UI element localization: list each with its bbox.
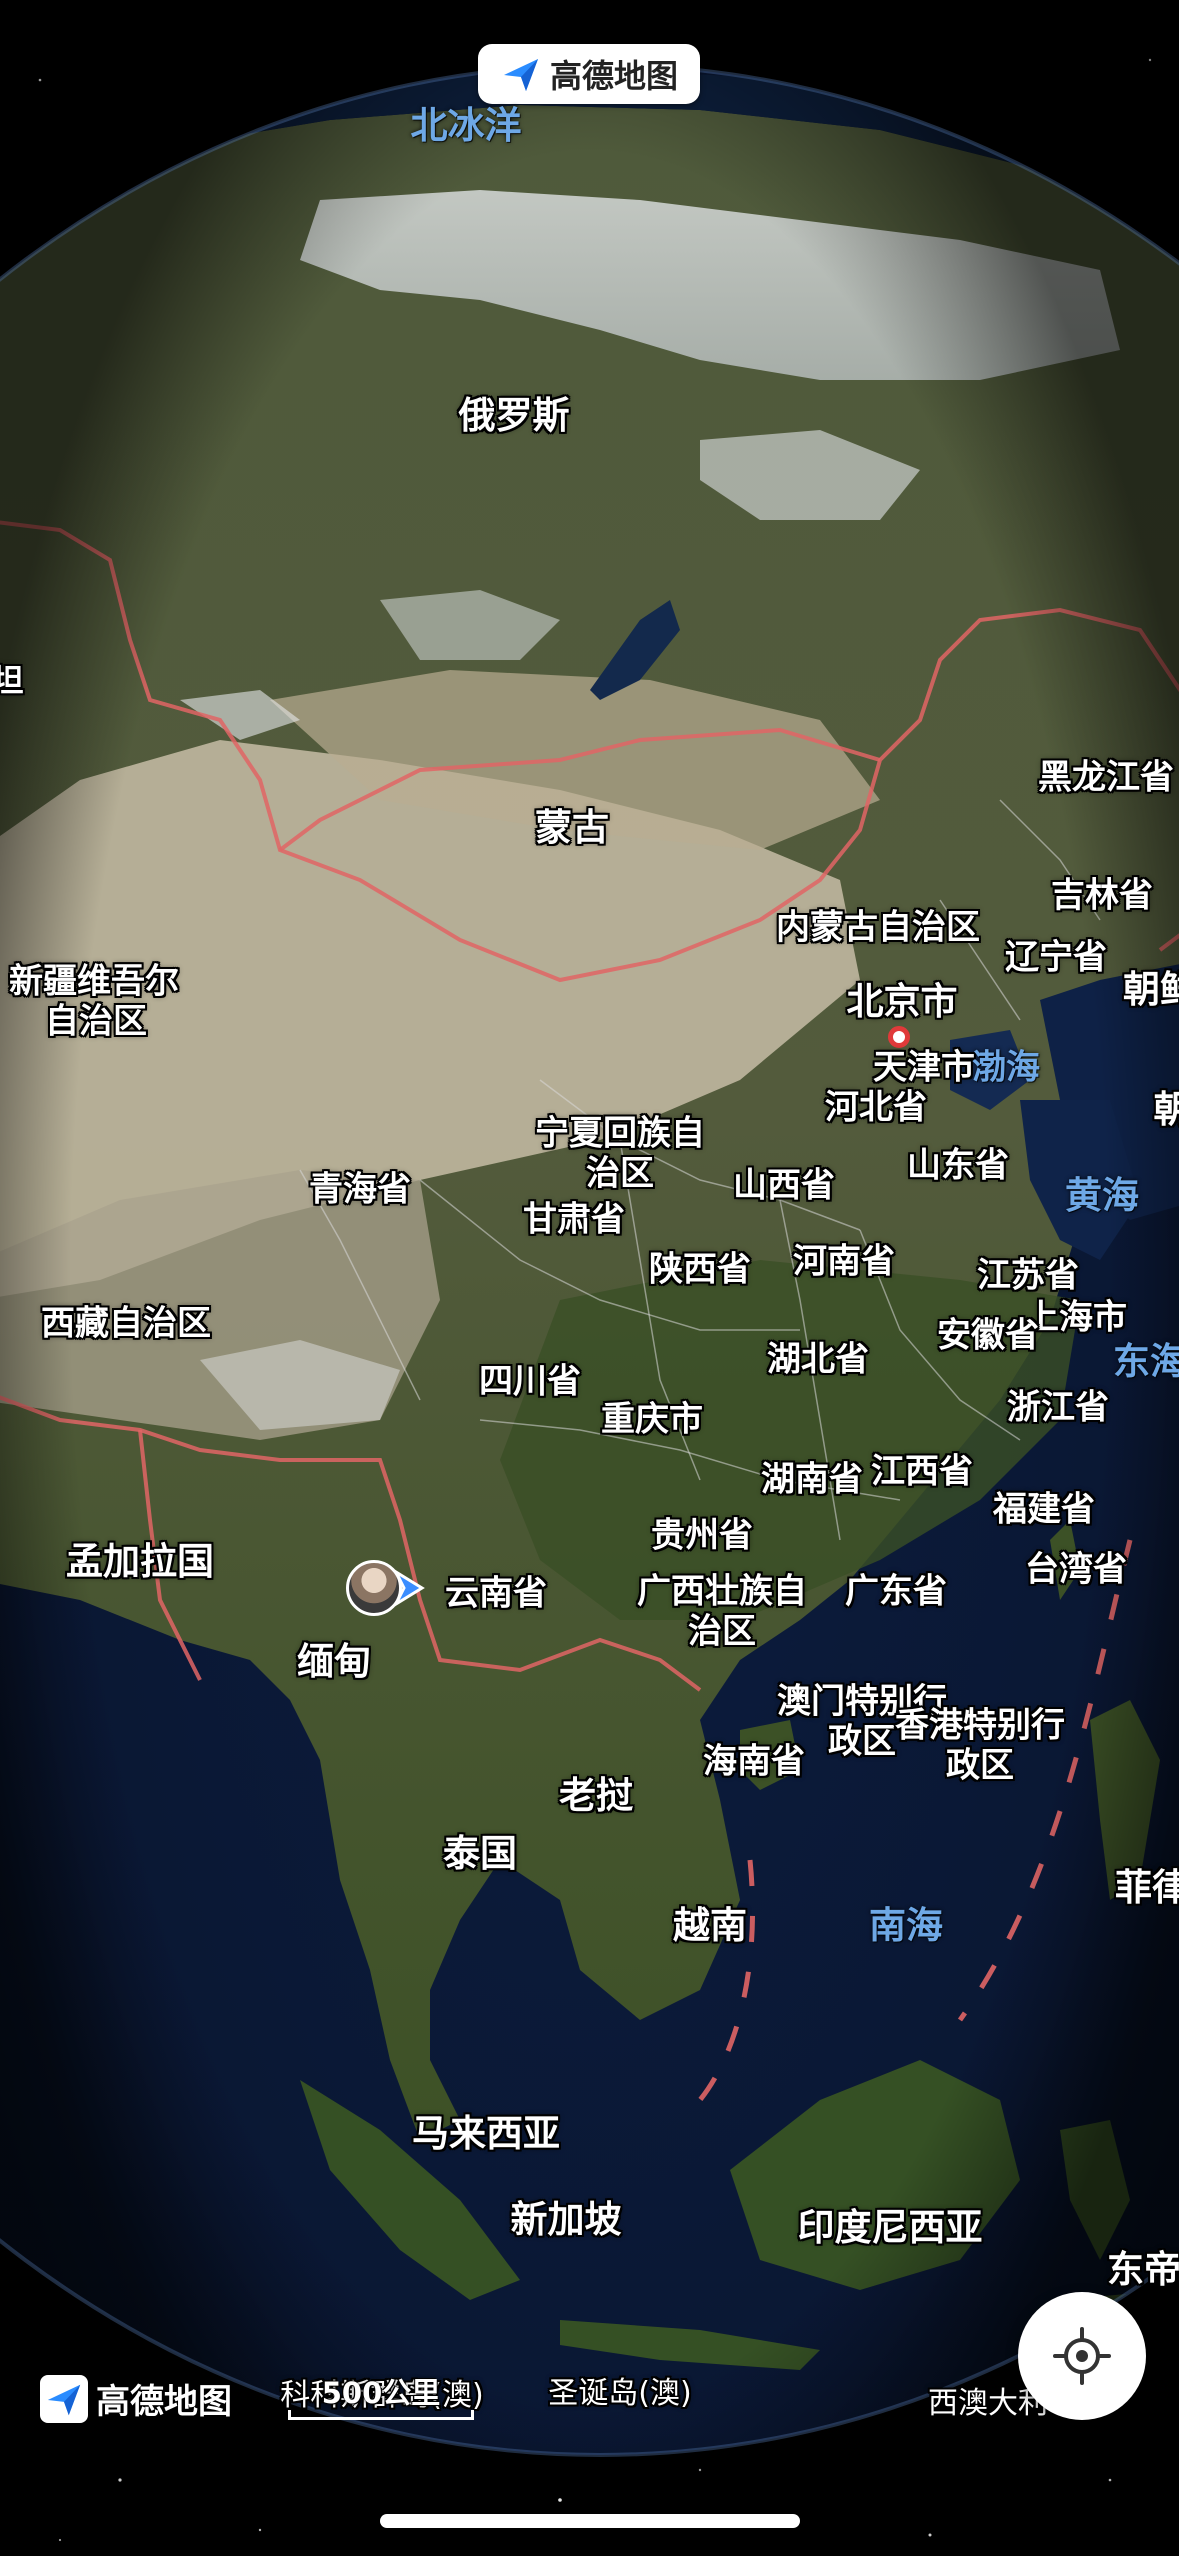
map-label-province: 山东省 xyxy=(907,1145,1009,1186)
brand-name: 高德地图 xyxy=(549,57,678,95)
map-label-country-partial: 朝鲜 xyxy=(1123,967,1179,1011)
map-label-region: 政区 xyxy=(828,1721,896,1762)
bottom-brand-name: 高德地图 xyxy=(96,2382,232,2422)
map-label-province: 江西省 xyxy=(871,1451,973,1492)
map-label-island: 圣诞岛(澳) xyxy=(548,2376,692,2411)
map-label-country-partial: 菲律 xyxy=(1115,1865,1179,1909)
scale-label: 500公里 xyxy=(321,2376,441,2410)
map-label-sea: 渤海 xyxy=(972,1047,1040,1088)
map-label-province: 甘肃省 xyxy=(523,1199,625,1240)
crosshair-icon xyxy=(1053,2327,1111,2385)
map-label-region: 香港特别行 xyxy=(895,1705,1065,1746)
map-label-partial: 坦 xyxy=(0,663,24,700)
map-label-province: 台湾省 xyxy=(1025,1549,1127,1590)
map-label-country-partial: 朝 xyxy=(1153,1087,1179,1131)
map-label-province: 安徽省 xyxy=(937,1315,1039,1356)
map-label-province: 宁夏回族自 xyxy=(535,1113,705,1154)
map-label-country: 孟加拉国 xyxy=(66,1539,214,1583)
map-label-province: 陕西省 xyxy=(649,1249,751,1290)
map-label-city: 上海市 xyxy=(1025,1297,1127,1338)
map-label-city: 重庆市 xyxy=(601,1399,703,1440)
map-label-province: 山西省 xyxy=(733,1165,835,1206)
user-location-marker[interactable] xyxy=(346,1558,426,1618)
amap-logo-icon xyxy=(503,59,538,91)
map-label-province: 湖南省 xyxy=(761,1459,863,1500)
map-label-country: 泰国 xyxy=(443,1831,517,1875)
map-label-sea: 南海 xyxy=(869,1903,943,1947)
map-view[interactable]: 高德地图 北冰洋 俄罗斯 坦 蒙古 黑龙江省 吉林省 辽宁省 朝鲜 内蒙古自治区… xyxy=(0,0,1179,2556)
map-label-country: 新加坡 xyxy=(510,2197,622,2241)
map-label-ocean: 北冰洋 xyxy=(410,103,522,147)
map-label-sea: 黄海 xyxy=(1065,1173,1139,1217)
map-label-province: 自治区 xyxy=(45,1001,147,1042)
map-label-province: 浙江省 xyxy=(1007,1387,1109,1428)
heading-arrow-icon xyxy=(392,1568,425,1608)
locate-me-button[interactable] xyxy=(1018,2292,1146,2420)
map-label-province: 治区 xyxy=(688,1611,756,1652)
map-label-province: 黑龙江省 xyxy=(1038,757,1174,798)
amap-logo-icon xyxy=(40,2374,88,2423)
map-label-province: 青海省 xyxy=(309,1169,411,1210)
map-label-province: 广东省 xyxy=(845,1571,947,1612)
map-label-province: 治区 xyxy=(586,1153,654,1194)
map-label-province: 吉林省 xyxy=(1051,875,1153,916)
map-label-province: 西藏自治区 xyxy=(41,1303,211,1344)
map-label-province: 河南省 xyxy=(793,1241,895,1282)
map-label-country: 缅甸 xyxy=(297,1639,371,1683)
map-label-region: 政区 xyxy=(946,1745,1014,1786)
map-label-capital: 北京市 xyxy=(846,979,958,1023)
map-label-province: 湖北省 xyxy=(767,1339,869,1380)
map-label-province: 新疆维吾尔 xyxy=(9,961,179,1002)
capital-marker-icon xyxy=(888,1026,910,1048)
map-label-city: 天津市 xyxy=(873,1047,975,1088)
map-label-country-partial: 东帝 xyxy=(1107,2247,1179,2291)
scale-line xyxy=(288,2410,474,2420)
map-label-province: 广西壮族自 xyxy=(637,1571,807,1612)
map-label-province: 云南省 xyxy=(445,1573,547,1614)
map-label-country: 马来西亚 xyxy=(412,2111,560,2155)
map-label-sea: 东海 xyxy=(1113,1339,1179,1383)
map-label-province: 河北省 xyxy=(825,1087,927,1128)
map-label-province: 贵州省 xyxy=(651,1515,753,1556)
home-indicator[interactable] xyxy=(380,2514,800,2528)
map-label-province: 福建省 xyxy=(993,1489,1095,1530)
map-scale-bar: 500公里 xyxy=(286,2370,476,2426)
map-label-province: 江苏省 xyxy=(977,1255,1079,1296)
bottom-brand-logo: 高德地图 xyxy=(40,2374,232,2423)
map-label-country: 老挝 xyxy=(559,1773,633,1817)
map-label-province: 海南省 xyxy=(703,1741,805,1782)
map-label-country: 印度尼西亚 xyxy=(797,2205,983,2249)
map-label-province: 四川省 xyxy=(479,1361,581,1402)
brand-badge: 高德地图 xyxy=(478,44,700,104)
map-label-country: 蒙古 xyxy=(535,805,609,849)
map-label-country: 越南 xyxy=(673,1903,747,1947)
map-label-country: 俄罗斯 xyxy=(458,393,570,437)
map-label-province: 内蒙古自治区 xyxy=(776,907,980,948)
map-label-province: 辽宁省 xyxy=(1005,937,1107,978)
